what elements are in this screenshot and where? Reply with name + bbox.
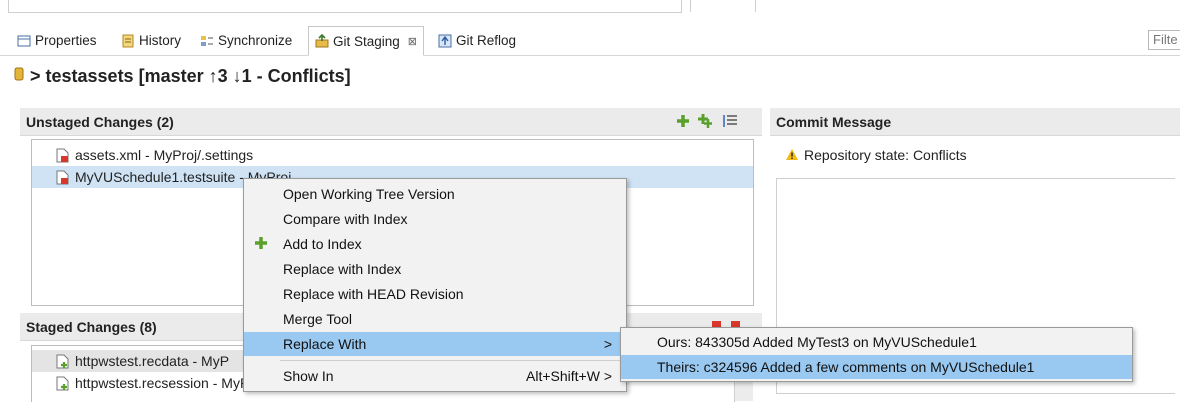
commit-header-text: Commit Message xyxy=(776,113,892,130)
menu-item-compare-with-index[interactable]: Compare with Index xyxy=(244,207,626,231)
menu-item-label: Replace With xyxy=(283,336,367,352)
repository-title: > testassets [master ↑3 ↓1 - Conflicts] xyxy=(14,66,351,87)
commit-message-header: Commit Message xyxy=(770,108,1180,136)
menu-item-label: Replace with HEAD Revision xyxy=(283,286,464,302)
context-menu: Open Working Tree Version Compare with I… xyxy=(243,178,627,392)
menu-item-replace-with-head[interactable]: Replace with HEAD Revision xyxy=(244,282,626,306)
file-added-icon xyxy=(56,354,69,369)
menu-item-label: Compare with Index xyxy=(283,211,408,227)
submenu-item-ours[interactable]: Ours: 843305d Added MyTest3 on MyVUSched… xyxy=(621,330,1132,354)
menu-item-show-in[interactable]: Show In Alt+Shift+W > xyxy=(244,364,626,388)
replace-with-submenu: Ours: 843305d Added MyTest3 on MyVUSched… xyxy=(620,327,1133,382)
properties-icon xyxy=(17,34,31,48)
top-input-field[interactable] xyxy=(8,0,682,13)
repository-state-text: Repository state: Conflicts xyxy=(804,147,967,163)
menu-separator xyxy=(280,360,622,361)
menu-item-label: Merge Tool xyxy=(283,311,353,327)
tab-history[interactable]: History xyxy=(121,27,181,54)
menu-item-add-to-index[interactable]: Add to Index xyxy=(244,232,626,256)
tab-label: History xyxy=(139,33,182,48)
view-tab-bar: Properties History Synchronize Git Stagi… xyxy=(0,26,1180,56)
menu-item-replace-with[interactable]: Replace With > xyxy=(244,332,626,356)
list-item-label: httpwstest.recdata - MyP xyxy=(75,353,230,369)
tab-properties[interactable]: Properties xyxy=(17,27,97,54)
add-icon xyxy=(254,236,268,253)
menu-item-label: Open Working Tree Version xyxy=(283,186,455,202)
list-item-label: httpwstest.recsession - MyProj xyxy=(75,375,265,391)
git-staging-icon xyxy=(315,33,329,48)
tab-label: Git Reflog xyxy=(456,33,517,48)
file-conflict-icon xyxy=(56,148,69,163)
submenu-arrow-icon: > xyxy=(603,336,612,352)
tab-label: Synchronize xyxy=(218,33,293,48)
add-all-to-index-icon[interactable] xyxy=(697,113,714,132)
list-item[interactable]: assets.xml - MyProj/.settings xyxy=(32,144,753,166)
repository-state: Repository state: Conflicts xyxy=(786,147,967,163)
tab-label: Git Staging xyxy=(333,33,400,49)
staged-header-text: Staged Changes (8) xyxy=(26,318,157,335)
menu-item-open-working-tree[interactable]: Open Working Tree Version xyxy=(244,182,626,206)
repository-icon xyxy=(14,66,24,87)
tab-label: Properties xyxy=(35,33,97,48)
menu-item-label: Show In xyxy=(283,368,334,384)
file-added-icon xyxy=(56,376,69,391)
tab-git-staging[interactable]: Git Staging ⊠ xyxy=(308,26,425,56)
submenu-item-label: Ours: 843305d Added MyTest3 on MyVUSched… xyxy=(657,334,977,350)
git-reflog-icon xyxy=(438,34,452,48)
menu-item-shortcut: Alt+Shift+W > xyxy=(526,368,612,384)
filter-input[interactable]: Filte xyxy=(1148,30,1180,50)
repository-title-text: > testassets [master ↑3 ↓1 - Conflicts] xyxy=(30,66,351,86)
file-conflict-icon xyxy=(56,170,69,185)
add-to-index-icon[interactable] xyxy=(676,114,690,131)
tab-git-reflog[interactable]: Git Reflog xyxy=(438,27,516,54)
submenu-item-theirs[interactable]: Theirs: c324596 Added a few comments on … xyxy=(621,355,1132,379)
list-item-label: assets.xml - MyProj/.settings xyxy=(75,147,254,163)
menu-item-label: Replace with Index xyxy=(283,261,402,277)
synchronize-icon xyxy=(200,34,214,48)
menu-item-merge-tool[interactable]: Merge Tool xyxy=(244,307,626,331)
menu-item-replace-with-index[interactable]: Replace with Index xyxy=(244,257,626,281)
tab-synchronize[interactable]: Synchronize xyxy=(200,27,292,54)
close-tab-icon[interactable]: ⊠ xyxy=(408,35,417,48)
menu-item-label: Add to Index xyxy=(283,236,362,252)
unstaged-changes-header: Unstaged Changes (2) xyxy=(20,108,762,136)
presentation-list-icon[interactable] xyxy=(722,113,738,132)
top-input-button[interactable] xyxy=(690,0,756,12)
submenu-item-label: Theirs: c324596 Added a few comments on … xyxy=(657,359,1035,375)
unstaged-header-text: Unstaged Changes (2) xyxy=(26,113,174,130)
history-icon xyxy=(121,34,135,48)
warning-icon xyxy=(786,147,798,163)
